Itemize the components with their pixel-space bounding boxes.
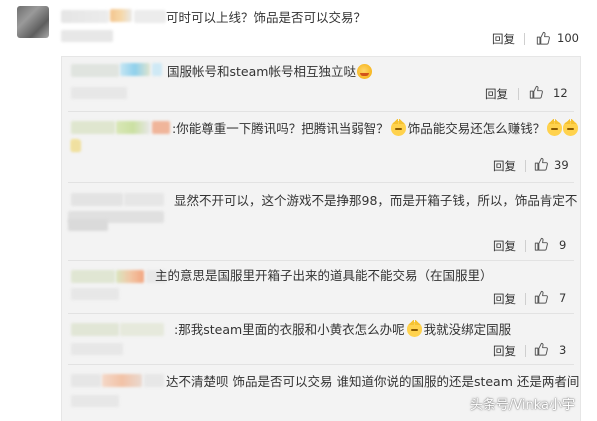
user-info-blurred bbox=[71, 140, 81, 152]
divider bbox=[518, 88, 519, 100]
like-count: 9 bbox=[559, 238, 567, 252]
user-info-blurred bbox=[71, 395, 119, 407]
username-blurred-badge bbox=[110, 9, 132, 22]
username-blurred[interactable] bbox=[71, 270, 115, 283]
like-count: 3 bbox=[559, 343, 567, 357]
main-comment: 可时可以上线？饰品是否可以交易？ 回复 100 bbox=[0, 0, 597, 56]
cat-emoji-icon bbox=[406, 320, 422, 337]
cat-emoji-icon bbox=[390, 119, 406, 136]
divider bbox=[525, 240, 526, 252]
like-count: 12 bbox=[553, 86, 568, 100]
reply-button[interactable]: 回复 bbox=[493, 238, 516, 254]
reply-item: 主的意思是国服里开箱子出来的道具能不能交易（在国服里） 回复 7 bbox=[62, 261, 580, 313]
like-count: 39 bbox=[554, 158, 569, 172]
comment-actions: 回复 100 bbox=[0, 31, 597, 49]
username-blurred[interactable] bbox=[71, 323, 119, 336]
reply-item: 国服帐号和steam帐号相互独立哒 回复 12 bbox=[62, 57, 580, 111]
thumbs-up-icon[interactable] bbox=[534, 342, 548, 356]
reply-text: 国服帐号和steam帐号相互独立哒 bbox=[167, 64, 372, 80]
reply-text: :你能尊重一下腾讯吗？把腾讯当弱智？ 饰品能交易还怎么赚钱？ bbox=[172, 119, 579, 137]
comment-text: 可时可以上线？饰品是否可以交易？ bbox=[166, 10, 367, 25]
reply-button[interactable]: 回复 bbox=[493, 158, 516, 174]
username-blurred-tail bbox=[152, 63, 162, 76]
thumbs-up-icon[interactable] bbox=[529, 85, 543, 99]
like-count: 7 bbox=[559, 291, 567, 305]
divider bbox=[525, 293, 526, 305]
comment-thread: 可时可以上线？饰品是否可以交易？ 回复 100 国服帐号和steam帐号相互独立… bbox=[0, 0, 597, 421]
divider bbox=[525, 160, 526, 172]
cat-emoji-icon bbox=[547, 119, 563, 136]
username-blurred-tail bbox=[124, 193, 164, 206]
reply-button[interactable]: 回复 bbox=[493, 291, 516, 307]
thumbs-up-icon[interactable] bbox=[536, 31, 550, 45]
user-info-blurred bbox=[71, 343, 123, 355]
reply-text-content: 饰品能交易还怎么赚钱？ bbox=[407, 121, 546, 136]
reply-item: :那我steam里面的衣服和小黄衣怎么办呢 我就没绑定国服 回复 3 bbox=[62, 314, 580, 364]
username-blurred-badge bbox=[102, 374, 142, 387]
username-blurred-badge bbox=[120, 63, 150, 76]
reply-text-content: :你能尊重一下腾讯吗？把腾讯当弱智？ bbox=[172, 121, 389, 136]
reply-button[interactable]: 回复 bbox=[493, 343, 516, 359]
reply-button[interactable]: 回复 bbox=[492, 31, 515, 47]
cat-emoji-icon bbox=[563, 119, 579, 136]
thumbs-up-icon[interactable] bbox=[534, 290, 548, 304]
reply-text: 主的意思是国服里开箱子出来的道具能不能交易（在国服里） bbox=[155, 268, 493, 283]
reply-text-content: 我就没绑定国服 bbox=[423, 322, 512, 337]
username-blurred[interactable] bbox=[71, 374, 101, 387]
watermark: 头条号/Vinka小宇 bbox=[469, 398, 575, 413]
username-blurred[interactable] bbox=[71, 193, 123, 206]
reply-text: :那我steam里面的衣服和小黄衣怎么办呢 我就没绑定国服 bbox=[174, 320, 512, 338]
divider bbox=[524, 33, 525, 45]
divider bbox=[525, 345, 526, 357]
username-blurred-badge bbox=[116, 270, 144, 283]
username-blurred[interactable] bbox=[71, 64, 119, 77]
thumbs-up-icon[interactable] bbox=[534, 237, 548, 251]
like-count: 100 bbox=[557, 31, 579, 45]
user-info-blurred bbox=[71, 87, 127, 99]
reply-text: 达不清楚呗 饰品是否可以交易 谁知道你说的国服的还是steam 还是两者间 bbox=[166, 374, 580, 389]
username-blurred[interactable] bbox=[71, 121, 115, 134]
user-info-blurred bbox=[71, 288, 119, 300]
replies-container: 国服帐号和steam帐号相互独立哒 回复 12 :你能尊重一下腾讯吗？把腾讯当弱… bbox=[61, 56, 581, 421]
username-blurred-tail bbox=[144, 374, 164, 387]
username-blurred-badge bbox=[116, 121, 150, 134]
username-blurred-tail bbox=[134, 10, 166, 23]
sweat-emoji-icon bbox=[356, 64, 372, 79]
username-blurred[interactable] bbox=[61, 10, 109, 23]
reply-item: :你能尊重一下腾讯吗？把腾讯当弱智？ 饰品能交易还怎么赚钱？ 回复 39 bbox=[62, 112, 580, 182]
thumbs-up-icon[interactable] bbox=[534, 157, 548, 171]
reply-text: 显然不开可以，这个游戏不是挣那98，而是开箱子钱，所以，饰品肯定不 bbox=[174, 193, 578, 208]
username-blurred-tail bbox=[120, 323, 164, 336]
username-blurred-tail bbox=[152, 121, 170, 134]
reply-item: 显然不开可以，这个游戏不是挣那98，而是开箱子钱，所以，饰品肯定不 回复 9 bbox=[62, 183, 580, 260]
reply-button[interactable]: 回复 bbox=[485, 86, 508, 102]
reply-text-content: 国服帐号和steam帐号相互独立哒 bbox=[167, 64, 356, 79]
user-info-blurred bbox=[68, 219, 108, 231]
reply-text-content: :那我steam里面的衣服和小黄衣怎么办呢 bbox=[174, 322, 405, 337]
